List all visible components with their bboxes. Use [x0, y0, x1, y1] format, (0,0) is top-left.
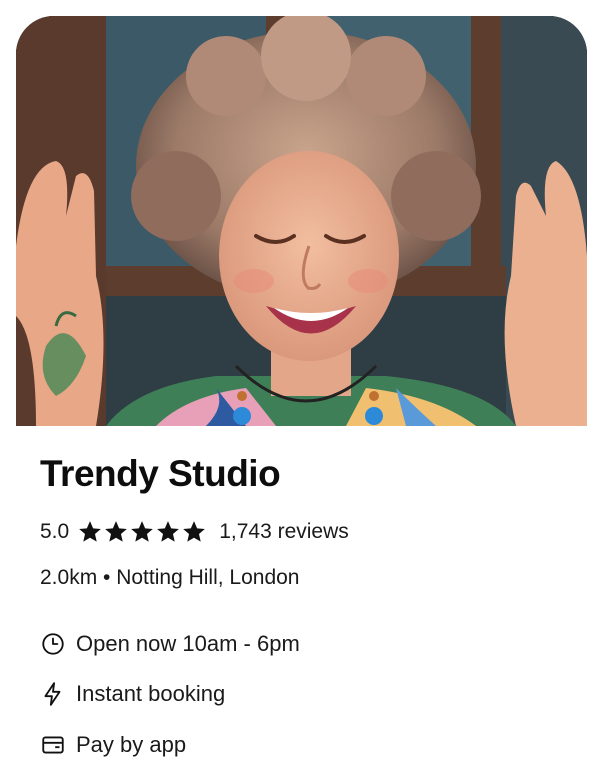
venue-photo[interactable] — [16, 16, 587, 426]
feature-opening-hours: Open now 10am - 6pm — [40, 627, 300, 661]
feature-label: Pay by app — [76, 732, 187, 757]
feature-pay-by-app: Pay by app — [40, 728, 186, 762]
feature-instant-booking: Instant booking — [40, 677, 225, 711]
star-icon — [129, 519, 155, 545]
rating-row: 5.0 1,743 reviews — [40, 516, 349, 548]
venue-card[interactable]: Trendy Studio 5.0 1,743 reviews 2.0km • … — [0, 0, 606, 772]
star-rating — [77, 519, 207, 545]
star-icon — [103, 519, 129, 545]
reviews-count[interactable]: 1,743 reviews — [219, 520, 349, 544]
star-icon — [155, 519, 181, 545]
venue-title: Trendy Studio — [40, 453, 281, 494]
lightning-icon — [40, 681, 66, 707]
feature-label: Open now 10am - 6pm — [76, 631, 300, 656]
star-icon — [77, 519, 103, 545]
venue-photo-image — [16, 16, 587, 426]
clock-icon — [40, 631, 66, 657]
rating-value: 5.0 — [40, 520, 70, 543]
venue-location: 2.0km • Notting Hill, London — [40, 566, 300, 589]
star-icon — [181, 519, 207, 545]
wallet-icon — [40, 732, 66, 758]
feature-label: Instant booking — [76, 681, 226, 706]
